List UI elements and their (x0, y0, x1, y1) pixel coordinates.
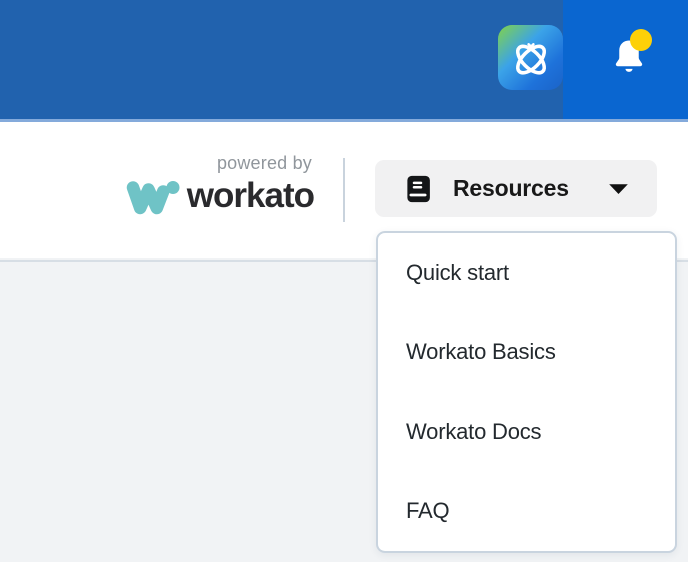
workato-wordmark: workato (187, 177, 314, 215)
header-divider (343, 158, 345, 222)
app-launcher-button[interactable] (498, 25, 563, 90)
menu-item-workato-basics[interactable]: Workato Basics (378, 313, 675, 393)
notification-badge-dot (630, 29, 652, 51)
top-nav-bar (0, 0, 688, 119)
book-icon (403, 174, 433, 204)
powered-by-label: powered by (217, 152, 312, 174)
menu-item-workato-docs[interactable]: Workato Docs (378, 392, 675, 472)
menu-item-faq[interactable]: FAQ (378, 472, 675, 552)
resources-dropdown-menu: Quick start Workato Basics Workato Docs … (376, 231, 677, 553)
resources-button-label: Resources (453, 175, 569, 202)
workato-logo-mark-icon (125, 176, 181, 216)
resources-dropdown-button[interactable]: Resources (375, 160, 657, 217)
caret-down-icon (608, 183, 629, 195)
workato-embedded-app-icon (508, 35, 554, 81)
powered-by-workato-logo: powered by workato (103, 152, 314, 216)
menu-item-quick-start[interactable]: Quick start (378, 233, 675, 313)
embedded-nav-region (0, 0, 563, 119)
notifications-button[interactable] (606, 33, 654, 81)
